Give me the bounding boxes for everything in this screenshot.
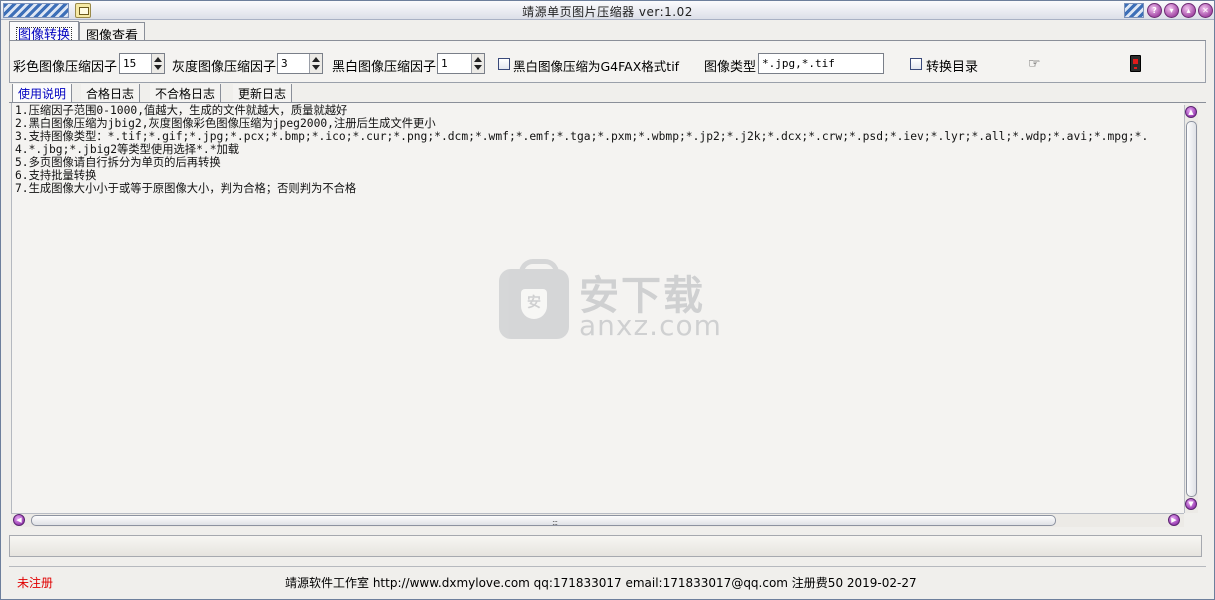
instruction-line: 2.黑白图像压缩为jbig2,灰度图像彩色图像压缩为jpeg2000,注册后生成… <box>15 117 436 130</box>
minimize-button[interactable]: ▾ <box>1164 3 1179 18</box>
convert-dir-checkbox[interactable] <box>910 58 922 70</box>
title-bar[interactable]: 靖源单页图片压缩器 ver:1.02 ? ▾ ▴ ✕ <box>1 1 1214 20</box>
instruction-line: 3.支持图像类型：*.tif;*.gif;*.jpg;*.pcx;*.bmp;*… <box>15 130 1149 143</box>
help-button[interactable]: ? <box>1147 3 1162 18</box>
subtab-update-log[interactable]: 更新日志 <box>233 84 293 102</box>
horizontal-scroll-thumb[interactable]: ::: <box>31 515 1056 527</box>
arrow-up-icon[interactable] <box>312 57 320 62</box>
title-grip-right <box>1124 3 1144 18</box>
vertical-scroll-thumb[interactable] <box>1186 121 1197 497</box>
gray-factor-spinner[interactable]: 3 <box>277 53 323 74</box>
scroll-right-icon[interactable]: ▶ <box>1168 514 1180 526</box>
tab-image-convert[interactable]: 图像转换 <box>9 21 80 44</box>
subtab-instructions[interactable]: 使用说明 <box>12 84 73 102</box>
arrow-down-icon[interactable] <box>312 65 320 70</box>
instruction-line: 1.压缩因子范围0-1000,值越大，生成的文件就越大，质量就越好 <box>15 104 348 117</box>
subtab-fail-log[interactable]: 不合格日志 <box>150 84 222 102</box>
bw-factor-label: 黑白图像压缩因子 <box>332 60 437 75</box>
grip-icon: ::: <box>552 518 558 527</box>
tab-image-view[interactable]: 图像查看 <box>79 22 146 44</box>
window-title: 靖源单页图片压缩器 ver:1.02 <box>522 5 693 19</box>
arrow-up-icon[interactable] <box>474 57 482 62</box>
contact-info: 靖源软件工作室 http://www.dxmylove.com qq:17183… <box>285 576 917 590</box>
subtab-label: 不合格日志 <box>155 87 216 101</box>
g4fax-checkbox[interactable] <box>498 58 510 70</box>
scroll-up-icon[interactable]: ▲ <box>1185 106 1197 118</box>
scroll-left-icon[interactable]: ◀ <box>13 514 25 526</box>
watermark-en-text: anxz.com <box>579 309 722 342</box>
image-type-label: 图像类型 <box>704 60 757 75</box>
stop-icon[interactable] <box>1130 55 1141 72</box>
watermark-bag-icon: 安 <box>499 259 569 339</box>
status-bar: 未注册 靖源软件工作室 http://www.dxmylove.com qq:1… <box>9 566 1206 594</box>
color-factor-value: 15 <box>123 57 137 70</box>
subtab-label: 更新日志 <box>238 87 287 101</box>
spinner-arrows[interactable] <box>151 54 164 73</box>
horizontal-scrollbar[interactable]: ◀ ::: ▶ <box>11 513 1184 527</box>
bw-factor-spinner[interactable]: 1 <box>437 53 485 74</box>
instruction-line: 6.支持批量转换 <box>15 169 97 182</box>
maximize-button[interactable]: ▴ <box>1181 3 1196 18</box>
arrow-down-icon[interactable] <box>474 65 482 70</box>
watermark: 安 安下载 anxz.com <box>499 259 722 342</box>
subtab-label: 合格日志 <box>86 87 135 101</box>
image-type-input[interactable]: *.jpg,*.tif <box>758 53 884 74</box>
instruction-line: 5.多页图像请自行拆分为单页的后再转换 <box>15 156 221 169</box>
main-window: 靖源单页图片压缩器 ver:1.02 ? ▾ ▴ ✕ 图像转换 图像查看 彩色图… <box>0 0 1215 600</box>
color-factor-label: 彩色图像压缩因子 <box>13 60 118 75</box>
subtab-pass-log[interactable]: 合格日志 <box>81 84 141 102</box>
start-convert-hand-icon[interactable]: ☞ <box>1028 57 1044 71</box>
close-button[interactable]: ✕ <box>1198 3 1213 18</box>
gray-factor-value: 3 <box>281 57 288 70</box>
instruction-line: 7.生成图像大小小于或等于原图像大小，判为合格；否则判为不合格 <box>15 182 357 195</box>
g4fax-label: 黑白图像压缩为G4FAX格式tif <box>513 59 680 74</box>
vertical-scrollbar[interactable]: ▲ ▼ <box>1184 105 1198 513</box>
spinner-arrows[interactable] <box>471 54 484 73</box>
image-type-value: *.jpg,*.tif <box>762 57 835 70</box>
arrow-down-icon[interactable] <box>154 65 162 70</box>
gray-factor-label: 灰度图像压缩因子 <box>172 60 277 75</box>
color-factor-spinner[interactable]: 15 <box>119 53 165 74</box>
registration-status: 未注册 <box>17 576 54 590</box>
progress-bar <box>9 535 1202 557</box>
bw-factor-value: 1 <box>441 57 448 70</box>
watermark-shield-icon: 安 <box>521 289 547 319</box>
spinner-arrows[interactable] <box>309 54 322 73</box>
instruction-line: 4.*.jbg;*.jbig2等类型使用选择*.*加载 <box>15 143 240 156</box>
subtab-label: 使用说明 <box>18 87 67 101</box>
arrow-up-icon[interactable] <box>154 57 162 62</box>
scroll-down-icon[interactable]: ▼ <box>1185 498 1197 510</box>
convert-dir-label: 转换目录 <box>926 60 979 75</box>
